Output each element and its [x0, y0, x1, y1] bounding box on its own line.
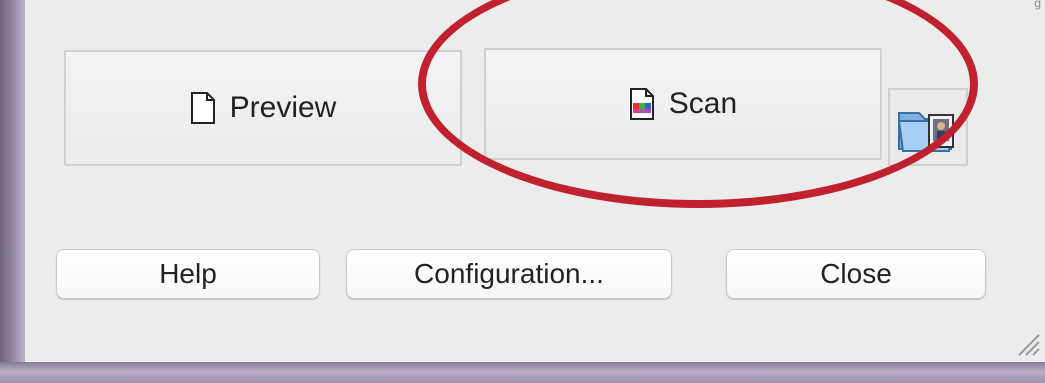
close-button[interactable]: Close [726, 249, 986, 299]
image-folder-button[interactable] [888, 88, 968, 166]
desktop-background-left [0, 0, 24, 383]
image-folder-icon [897, 112, 955, 152]
scan-button-label: Scan [668, 87, 738, 120]
help-button[interactable]: Help [56, 249, 320, 299]
configuration-button[interactable]: Configuration... [346, 249, 672, 299]
scan-button[interactable]: Scan [484, 48, 882, 160]
preview-button[interactable]: Preview [64, 50, 462, 166]
document-icon [190, 92, 215, 124]
resize-grip-icon[interactable] [1013, 329, 1041, 357]
preview-button-label: Preview [229, 91, 337, 124]
scan-document-icon [629, 88, 654, 120]
desktop-background-bottom [0, 362, 1045, 383]
partial-title-text: g [1034, 0, 1041, 10]
